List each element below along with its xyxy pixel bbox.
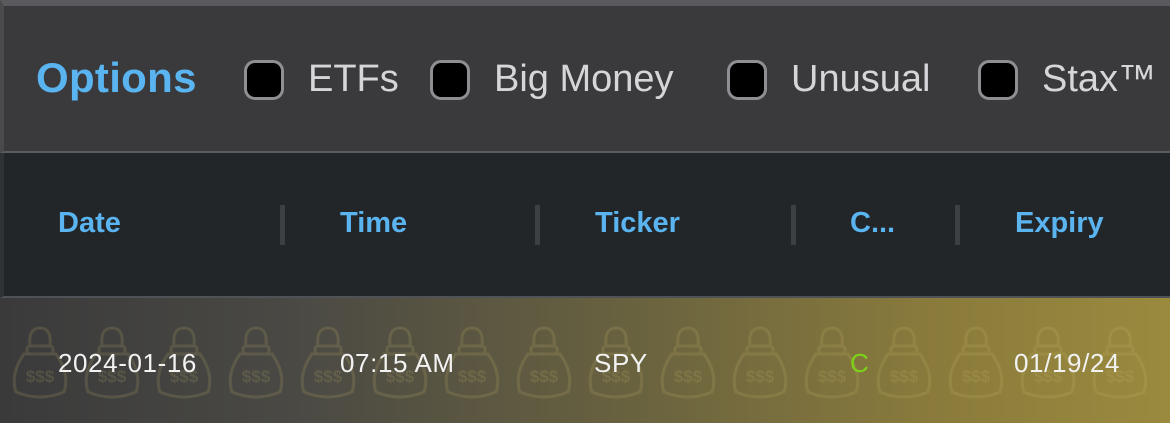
unusual-checkbox[interactable] <box>727 59 767 100</box>
filter-bar: Options ETFs Big Money Unusual Stax™ <box>0 0 1170 153</box>
etfs-label[interactable]: ETFs <box>308 58 399 101</box>
svg-text:$$$: $$$ <box>890 367 919 386</box>
svg-text:$$$: $$$ <box>314 367 343 386</box>
column-divider[interactable] <box>955 205 960 245</box>
filter-big-money[interactable]: Big Money <box>430 58 674 101</box>
money-bag-icon: $$$ <box>732 326 788 399</box>
cell-ticker: SPY <box>594 348 648 378</box>
options-flow-panel: Options ETFs Big Money Unusual Stax™ Dat… <box>0 0 1170 423</box>
unusual-label[interactable]: Unusual <box>791 58 930 101</box>
svg-text:$$$: $$$ <box>530 367 559 386</box>
filter-etfs[interactable]: ETFs <box>244 58 399 101</box>
cell-call-put: C <box>850 348 870 378</box>
filter-unusual[interactable]: Unusual <box>727 58 930 101</box>
money-bag-icon: $$$ <box>948 326 1004 399</box>
svg-text:$$$: $$$ <box>746 367 775 386</box>
svg-text:$$$: $$$ <box>26 367 55 386</box>
column-divider[interactable] <box>535 205 540 245</box>
etfs-checkbox[interactable] <box>244 59 284 100</box>
big-money-label[interactable]: Big Money <box>494 58 674 101</box>
column-divider[interactable] <box>791 205 796 245</box>
cell-expiry: 01/19/24 <box>1014 348 1121 378</box>
column-header-ticker[interactable]: Ticker <box>595 207 680 240</box>
column-header-expiry[interactable]: Expiry <box>1015 207 1104 240</box>
svg-text:$$$: $$$ <box>242 367 271 386</box>
stax-checkbox[interactable] <box>978 59 1018 100</box>
column-header-call-put[interactable]: C... <box>850 207 895 240</box>
table-header: Date Time Ticker C... Expiry <box>0 153 1170 298</box>
column-divider[interactable] <box>280 205 285 245</box>
cell-date: 2024-01-16 <box>58 348 197 378</box>
column-header-time[interactable]: Time <box>340 207 407 240</box>
money-bag-icon: $$$ <box>516 326 572 399</box>
svg-text:$$$: $$$ <box>458 367 487 386</box>
cell-time: 07:15 AM <box>340 348 455 378</box>
money-bag-icon: $$$ <box>228 326 284 399</box>
money-bag-icon: $$$ <box>876 326 932 399</box>
money-bag-icon: $$$ <box>660 326 716 399</box>
table-row[interactable]: $$$ $$$ $$$ $$$ $$$ $$$ $$$ $$$ $$$ $$$ $$$ $$$ $$$ $… <box>0 298 1170 423</box>
filter-stax[interactable]: Stax™ <box>978 58 1156 101</box>
svg-text:$$$: $$$ <box>818 367 847 386</box>
svg-text:$$$: $$$ <box>674 367 703 386</box>
stax-label[interactable]: Stax™ <box>1042 58 1156 101</box>
big-money-checkbox[interactable] <box>430 59 470 100</box>
column-header-date[interactable]: Date <box>58 207 121 240</box>
options-title: Options <box>36 54 197 101</box>
svg-text:$$$: $$$ <box>962 367 991 386</box>
